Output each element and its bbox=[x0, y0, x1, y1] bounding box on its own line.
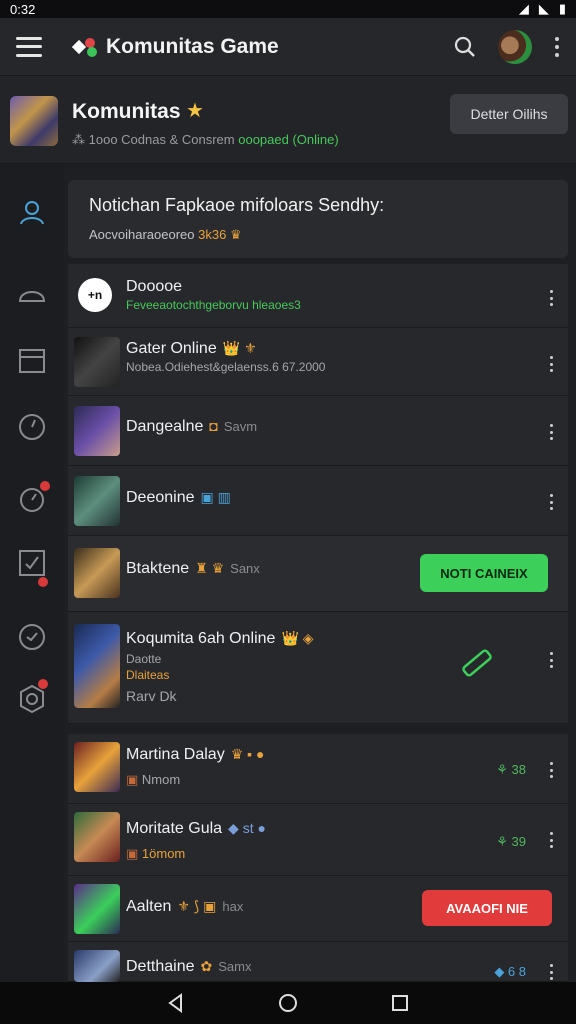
item-name: Dangealne ◘ Savm bbox=[126, 418, 258, 435]
more-vert-icon[interactable] bbox=[548, 494, 554, 510]
wrench-icon[interactable] bbox=[456, 642, 500, 686]
checklist-icon[interactable] bbox=[16, 547, 48, 579]
item-name: Moritate Gula ◆ st ● bbox=[126, 820, 266, 837]
search-icon[interactable] bbox=[452, 34, 478, 60]
item-name: Koqumita 6ah Online 👑 ◈ bbox=[126, 630, 314, 647]
notification-dot bbox=[38, 577, 48, 587]
more-vert-icon[interactable] bbox=[548, 424, 554, 440]
menu-icon[interactable] bbox=[16, 36, 42, 57]
item-sub: Nobea.Odiehest&gelaenss.6 67.2000 bbox=[126, 360, 326, 374]
item-sub: ▣ Nmom bbox=[126, 772, 181, 787]
item-name: Aalten ⚜ ⟆ ▣ hax bbox=[126, 898, 244, 915]
item-name: Dooooe bbox=[126, 278, 183, 295]
more-vert-icon[interactable] bbox=[548, 652, 554, 668]
item-name: Btaktene ♜ ♛ Sanx bbox=[126, 560, 260, 577]
action-button[interactable]: AVAAOFI NIE bbox=[422, 890, 552, 926]
avatar bbox=[74, 884, 120, 934]
crown-icon: ♛ bbox=[229, 227, 242, 242]
chat-icon[interactable] bbox=[16, 281, 48, 313]
notice-sub-highlight: 3k36 bbox=[198, 227, 227, 242]
community-stats: ⁂ 1ooo Codnas & Consrem ooopaed (Online) bbox=[72, 132, 339, 148]
avatar bbox=[74, 624, 120, 708]
list-item[interactable]: Martina Dalay ♛ ▪ ● ▣ Nmom ⚘ 38 bbox=[68, 734, 568, 804]
side-nav bbox=[0, 165, 64, 981]
list-item[interactable]: Btaktene ♜ ♛ Sanx NOTI CAINEIX bbox=[68, 536, 568, 612]
app-title: Komunitas Game bbox=[106, 34, 279, 58]
list-item[interactable]: +n Dooooe Feveeaotochthgeborvu hleaoes3 bbox=[68, 264, 568, 328]
list-item[interactable]: Koqumita 6ah Online 👑 ◈ Daotte Dlaiteas R… bbox=[68, 612, 568, 724]
list-item[interactable]: Deeonine ▣ ▥ bbox=[68, 466, 568, 536]
item-stat: ⚘ 38 bbox=[496, 762, 526, 777]
signal-icon: ◣ bbox=[538, 1, 549, 16]
app-bar: Komunitas Game bbox=[0, 18, 576, 76]
wifi-icon: ◢ bbox=[518, 1, 529, 16]
system-nav-bar bbox=[0, 982, 576, 1024]
notice-title: Notichan Fapkaoe mifoloars Sendhy: bbox=[89, 195, 385, 215]
list-item[interactable]: Aalten ⚜ ⟆ ▣ hax AVAAOFI NIE bbox=[68, 876, 568, 942]
notify-button[interactable]: NOTI CAINEIX bbox=[420, 554, 548, 592]
avatar bbox=[74, 548, 120, 598]
stats-text: 1ooo Codnas & Consrem bbox=[88, 132, 235, 147]
item-sub: ▣ 1ömom bbox=[126, 846, 186, 861]
notification-dot bbox=[40, 481, 50, 491]
avatar bbox=[74, 337, 120, 387]
more-vert-icon[interactable] bbox=[548, 356, 554, 372]
item-name: Gater Online 👑 ⚜ bbox=[126, 340, 257, 357]
avatar bbox=[74, 476, 120, 526]
item-sub: Feveeaotochthgeborvu hleaoes3 bbox=[126, 298, 301, 312]
more-vert-icon[interactable] bbox=[548, 832, 554, 848]
item-sub: Dlaiteas bbox=[126, 668, 170, 682]
item-sub: Daotte bbox=[126, 652, 162, 666]
item-name: Martina Dalay ♛ ▪ ● bbox=[126, 746, 265, 763]
home-icon[interactable] bbox=[277, 992, 299, 1014]
detail-button[interactable]: Detter Oilihs bbox=[450, 94, 568, 134]
back-icon[interactable] bbox=[165, 992, 187, 1014]
notification-dot bbox=[38, 679, 48, 689]
more-vert-icon[interactable] bbox=[548, 964, 554, 980]
calendar-icon[interactable] bbox=[16, 345, 48, 377]
check-circle-icon[interactable] bbox=[16, 621, 48, 653]
avatar[interactable] bbox=[498, 29, 532, 64]
star-icon: ★ bbox=[186, 100, 204, 122]
item-sub: Rarv Dk bbox=[126, 688, 177, 704]
puzzle-logo-icon bbox=[71, 35, 102, 59]
notice-card[interactable]: Notichan Fapkaoe mifoloars Sendhy: Aocvo… bbox=[68, 180, 568, 258]
list-item[interactable]: Gater Online 👑 ⚜ Nobea.Odiehest&gelaenss.… bbox=[68, 328, 568, 396]
members-icon: ⁂ bbox=[72, 132, 89, 147]
more-vert-icon[interactable] bbox=[554, 36, 560, 57]
avatar bbox=[74, 950, 120, 982]
list-item[interactable]: Moritate Gula ◆ st ● ▣ 1ömom ⚘ 39 bbox=[68, 804, 568, 876]
avatar bbox=[74, 742, 120, 792]
list-item[interactable]: Detthaine ✿ Samx ◆ 6 8 bbox=[68, 942, 568, 982]
more-vert-icon[interactable] bbox=[548, 762, 554, 778]
avatar: +n bbox=[78, 278, 112, 312]
community-header: Komunitas ★ ⁂ 1ooo Codnas & Consrem ooop… bbox=[0, 76, 576, 164]
status-bar: 0:32 ◢ ◣ ▮ bbox=[0, 0, 576, 18]
community-image bbox=[10, 96, 58, 146]
community-name: Komunitas bbox=[72, 100, 181, 123]
notice-subtitle: Aocvoiharaoeoreo 3k36 ♛ bbox=[89, 227, 242, 243]
status-time: 0:32 bbox=[10, 1, 36, 17]
battery-icon: ▮ bbox=[558, 1, 566, 16]
notice-sub-text: Aocvoiharaoeoreo bbox=[89, 227, 195, 242]
compass-icon[interactable] bbox=[16, 411, 48, 443]
list-item[interactable]: Dangealne ◘ Savm bbox=[68, 396, 568, 466]
profile-icon[interactable] bbox=[16, 197, 48, 229]
avatar bbox=[74, 406, 120, 456]
item-stat: ⚘ 39 bbox=[496, 834, 526, 849]
stats-online: ooopaed (Online) bbox=[238, 132, 339, 147]
recents-icon[interactable] bbox=[389, 992, 411, 1014]
more-vert-icon[interactable] bbox=[548, 290, 554, 306]
avatar bbox=[74, 812, 120, 862]
item-name: Detthaine ✿ Samx bbox=[126, 958, 252, 975]
item-stat: ◆ 6 8 bbox=[494, 964, 526, 979]
item-name: Deeonine ▣ ▥ bbox=[126, 489, 231, 506]
